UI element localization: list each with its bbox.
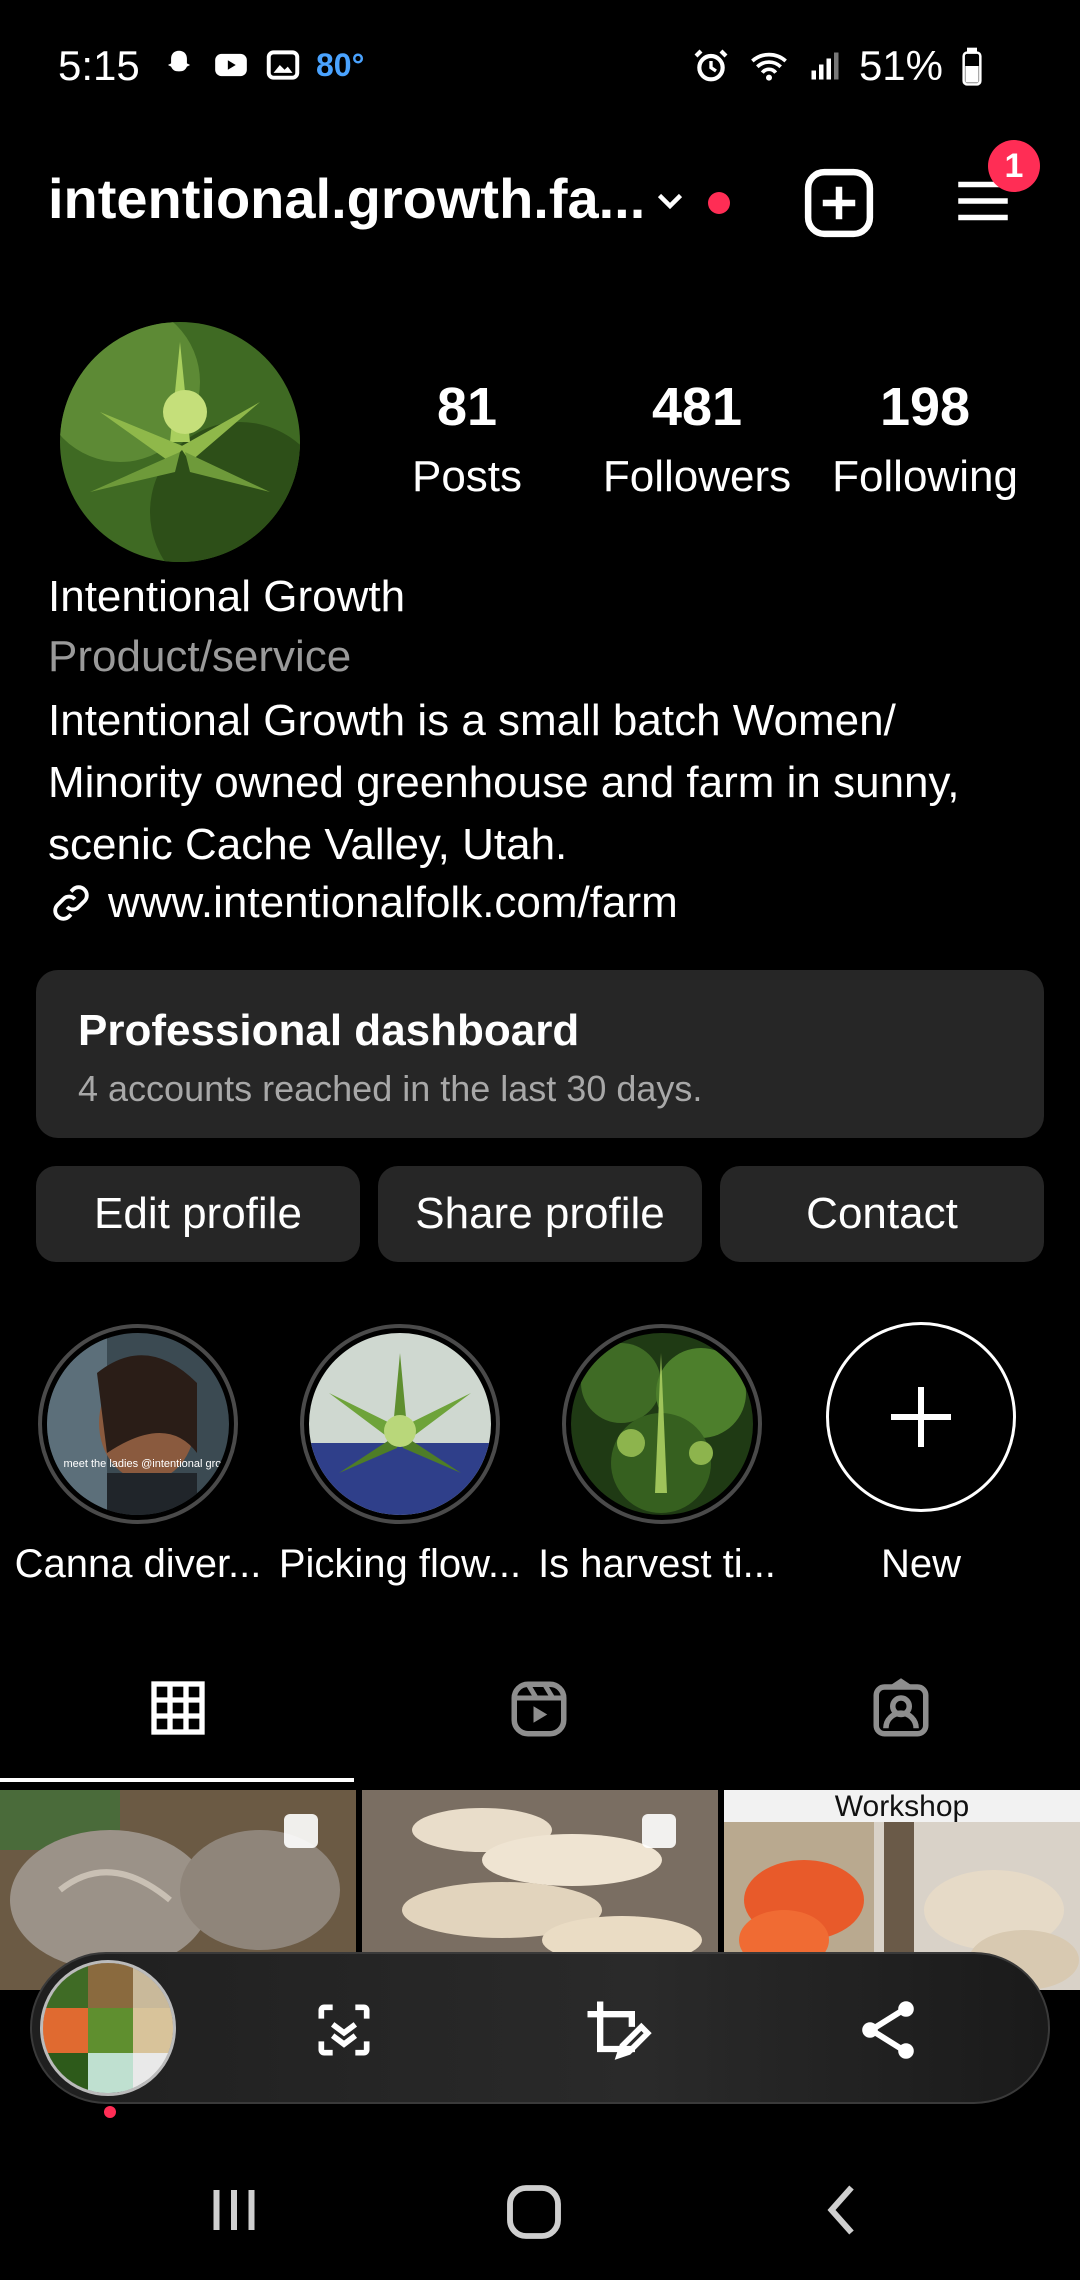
posts-count: 81 [436, 377, 498, 437]
new-highlight-button[interactable] [826, 1322, 1016, 1512]
highlight-cover: meet the ladies @intentional growth [47, 1333, 229, 1515]
bio-line: Intentional Growth is a small batch Wome… [48, 696, 896, 745]
highlight-overlay-text: meet the ladies @intentional growth [63, 1458, 229, 1470]
profile-photo [60, 322, 300, 562]
home-icon[interactable] [502, 2180, 566, 2244]
alarm-icon [694, 49, 728, 82]
link-icon [53, 885, 89, 921]
dashboard-subtitle: 4 accounts reached in the last 30 days. [78, 1068, 703, 1109]
dashboard-title: Professional dashboard [78, 1006, 580, 1055]
snapchat-icon [167, 50, 191, 72]
highlight-canna[interactable]: meet the ladies @intentional growth [38, 1324, 238, 1524]
gallery-icon [266, 50, 300, 80]
account-username[interactable]: intentional.growth.fa... [48, 166, 645, 231]
profile-bio: Intentional Growth is a small batch Wome… [48, 690, 1028, 876]
edit-profile-button[interactable]: Edit profile [36, 1166, 360, 1262]
profile-avatar[interactable] [60, 322, 300, 562]
signal-icon [811, 52, 839, 80]
create-post-button[interactable] [800, 164, 878, 242]
share-icon[interactable] [852, 1994, 924, 2066]
contact-button[interactable]: Contact [720, 1166, 1044, 1262]
highlight-label: Canna diver... [14, 1542, 262, 1586]
notification-badge: 1 [988, 140, 1040, 192]
back-icon[interactable] [814, 2180, 874, 2240]
screenshot-preview-thumbnail[interactable] [40, 1960, 176, 2096]
tagged-tab-icon[interactable] [868, 1676, 934, 1742]
posts-stat[interactable]: 81 Posts [362, 376, 572, 502]
following-label: Following [832, 452, 1018, 501]
battery-icon [962, 47, 982, 86]
active-tab-indicator [0, 1778, 354, 1782]
profile-name: Intentional Growth [48, 572, 406, 621]
highlight-cover [309, 1333, 491, 1515]
recent-apps-icon[interactable] [204, 2180, 264, 2240]
edit-screenshot-icon[interactable] [578, 1992, 654, 2068]
weather-temperature: 80° [316, 46, 365, 83]
following-stat[interactable]: 198 Following [820, 376, 1030, 502]
bio-line: scenic Cache Valley, Utah. [48, 820, 568, 869]
highlight-label: Picking flow... [278, 1542, 522, 1586]
followers-label: Followers [602, 452, 792, 501]
share-profile-button[interactable]: Share profile [378, 1166, 702, 1262]
chevron-down-icon[interactable] [652, 182, 688, 218]
reels-tab-icon[interactable] [506, 1676, 572, 1742]
status-system-icons: 51% [691, 42, 985, 90]
unread-dot [708, 192, 730, 214]
status-notification-icons: 80° [160, 46, 364, 84]
profile-category: Product/service [48, 632, 352, 681]
highlight-label-new: New [880, 1542, 962, 1586]
plus-icon [891, 1387, 951, 1447]
highlight-harvest[interactable] [562, 1324, 762, 1524]
status-time: 5:15 [58, 42, 140, 89]
battery-percent: 51% [858, 42, 943, 89]
grid-tab-icon[interactable] [146, 1676, 210, 1740]
highlight-picking[interactable] [300, 1324, 500, 1524]
scroll-capture-icon[interactable] [310, 1996, 378, 2064]
screenshot-indicator-dot [104, 2106, 116, 2118]
profile-link[interactable]: www.intentionalfolk.com/farm [48, 878, 678, 928]
youtube-icon [215, 53, 247, 77]
bio-line: Minority owned greenhouse and farm in su… [48, 758, 960, 807]
highlight-cover [571, 1333, 753, 1515]
followers-stat[interactable]: 481 Followers [592, 376, 802, 502]
posts-label: Posts [411, 452, 523, 501]
highlight-label: Is harvest ti... [538, 1542, 776, 1586]
wifi-icon [751, 52, 787, 81]
link-text: www.intentionalfolk.com/farm [108, 878, 678, 927]
thumbnail-caption: Workshop [835, 1790, 970, 1823]
following-count: 198 [879, 377, 971, 437]
followers-count: 481 [651, 377, 743, 437]
